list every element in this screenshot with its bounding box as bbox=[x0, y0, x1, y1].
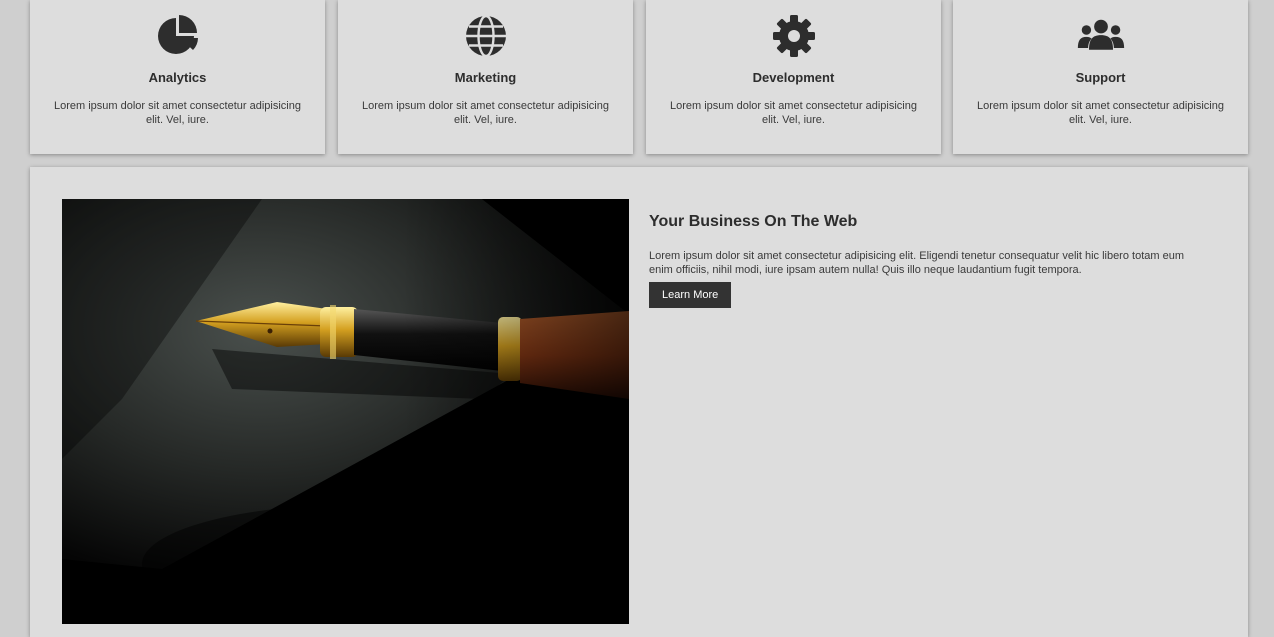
feature-text: Lorem ipsum dolor sit amet consectetur a… bbox=[669, 100, 917, 126]
fountain-pen-photo bbox=[62, 199, 629, 624]
feature-card-marketing: Marketing Lorem ipsum dolor sit amet con… bbox=[338, 0, 633, 154]
globe-icon bbox=[462, 14, 510, 58]
gear-icon bbox=[770, 14, 818, 58]
feature-title: Support bbox=[1075, 70, 1126, 85]
features-row: Analytics Lorem ipsum dolor sit amet con… bbox=[0, 0, 1274, 154]
feature-text: Lorem ipsum dolor sit amet consectetur a… bbox=[361, 100, 609, 126]
users-icon bbox=[1077, 14, 1125, 58]
feature-card-analytics: Analytics Lorem ipsum dolor sit amet con… bbox=[30, 0, 325, 154]
business-section: Your Business On The Web Lorem ipsum dol… bbox=[30, 167, 1248, 637]
learn-more-button[interactable]: Learn More bbox=[649, 282, 732, 308]
feature-title: Development bbox=[752, 70, 835, 85]
feature-text: Lorem ipsum dolor sit amet consectetur a… bbox=[976, 100, 1224, 126]
feature-title: Marketing bbox=[454, 70, 517, 85]
feature-card-support: Support Lorem ipsum dolor sit amet conse… bbox=[953, 0, 1248, 154]
business-description: Lorem ipsum dolor sit amet consectetur a… bbox=[649, 250, 1184, 276]
business-title: Your Business On The Web bbox=[649, 213, 858, 230]
feature-title: Analytics bbox=[148, 70, 207, 85]
business-text: Your Business On The Web Lorem ipsum dol… bbox=[649, 213, 1209, 308]
feature-card-development: Development Lorem ipsum dolor sit amet c… bbox=[646, 0, 941, 154]
pie-chart-icon bbox=[154, 14, 202, 58]
feature-text: Lorem ipsum dolor sit amet consectetur a… bbox=[53, 100, 301, 126]
